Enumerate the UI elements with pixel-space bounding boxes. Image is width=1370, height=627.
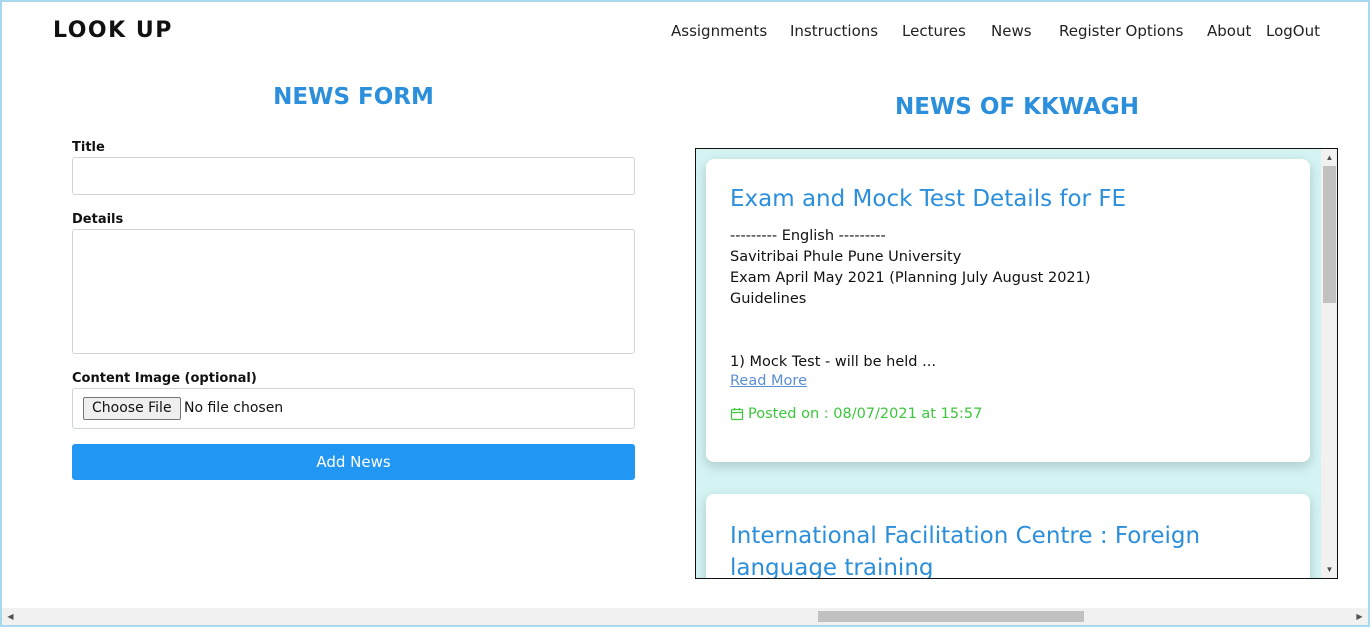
- posted-date: Posted on : 08/07/2021 at 15:57: [730, 406, 982, 422]
- read-more-link[interactable]: Read More: [730, 373, 807, 389]
- no-file-text: No file chosen: [184, 400, 284, 416]
- content-image-file-input[interactable]: Choose File No file chosen: [72, 388, 635, 429]
- details-textarea[interactable]: [72, 229, 635, 354]
- news-form-title: NEWS FORM: [273, 84, 434, 110]
- news-card: Exam and Mock Test Details for FE ------…: [706, 159, 1310, 462]
- add-news-button[interactable]: Add News: [72, 444, 635, 480]
- nav-item-assignments[interactable]: Assignments: [671, 22, 767, 40]
- page-scrollbar-thumb[interactable]: [818, 611, 1084, 622]
- top-nav: Assignments Instructions Lectures News R…: [0, 22, 1370, 44]
- news-card-title[interactable]: International Facilitation Centre : Fore…: [730, 520, 1290, 578]
- news-heading: NEWS OF KKWAGH: [894, 94, 1140, 120]
- news-list-panel[interactable]: Exam and Mock Test Details for FE ------…: [695, 148, 1338, 579]
- news-card: International Facilitation Centre : Fore…: [706, 494, 1310, 578]
- news-card-title[interactable]: Exam and Mock Test Details for FE: [730, 183, 1290, 215]
- nav-item-about[interactable]: About: [1207, 22, 1251, 40]
- arrow-left-icon[interactable]: ◀: [2, 608, 19, 625]
- choose-file-button[interactable]: Choose File: [83, 397, 181, 420]
- nav-item-news[interactable]: News: [991, 22, 1032, 40]
- title-input[interactable]: [72, 157, 635, 195]
- title-label: Title: [72, 140, 105, 155]
- posted-text: Posted on : 08/07/2021 at 15:57: [748, 406, 983, 422]
- arrow-up-icon[interactable]: ▲: [1321, 149, 1337, 166]
- news-scrollbar[interactable]: ▲ ▼: [1321, 149, 1337, 578]
- page-horizontal-scrollbar[interactable]: ◀ ▶: [2, 608, 1368, 625]
- news-card-body: --------- English --------- Savitribai P…: [730, 228, 1091, 370]
- arrow-down-icon[interactable]: ▼: [1321, 561, 1337, 578]
- arrow-right-icon[interactable]: ▶: [1351, 608, 1368, 625]
- nav-item-logout[interactable]: LogOut: [1266, 22, 1320, 40]
- content-image-label: Content Image (optional): [72, 371, 257, 386]
- nav-item-instructions[interactable]: Instructions: [790, 22, 878, 40]
- nav-item-lectures[interactable]: Lectures: [902, 22, 966, 40]
- nav-item-register-options[interactable]: Register Options: [1059, 22, 1183, 40]
- news-scrollbar-thumb[interactable]: [1323, 166, 1336, 303]
- calendar-icon: [730, 408, 744, 421]
- details-label: Details: [72, 212, 124, 227]
